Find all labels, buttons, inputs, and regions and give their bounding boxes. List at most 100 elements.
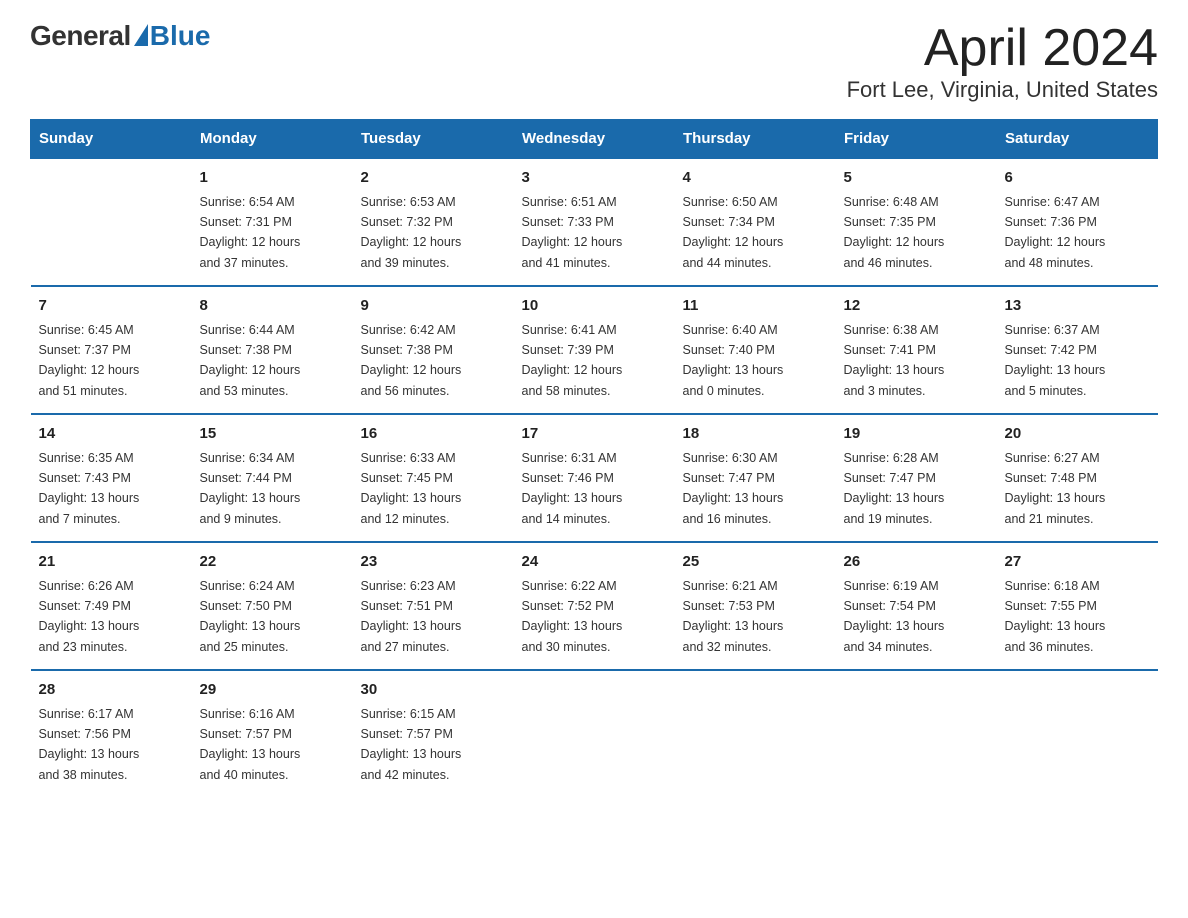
- table-row: 28 Sunrise: 6:17 AM Sunset: 7:56 PM Dayli…: [31, 670, 192, 797]
- title-block: April 2024 Fort Lee, Virginia, United St…: [847, 20, 1158, 103]
- day-number: 29: [200, 679, 345, 702]
- table-row: [514, 670, 675, 797]
- table-row: 22Sunrise: 6:24 AM Sunset: 7:50 PM Dayli…: [192, 542, 353, 670]
- day-info: Sunrise: 6:35 AM Sunset: 7:43 PM Dayligh…: [39, 451, 140, 526]
- day-number: 17: [522, 423, 667, 446]
- table-row: 2 Sunrise: 6:53 AM Sunset: 7:32 PM Daylig…: [353, 158, 514, 286]
- table-row: 29 Sunrise: 6:16 AM Sunset: 7:57 PM Dayli…: [192, 670, 353, 797]
- day-info: Sunrise: 6:16 AM Sunset: 7:57 PM Dayligh…: [200, 707, 301, 782]
- table-row: 8 Sunrise: 6:44 AM Sunset: 7:38 PM Daylig…: [192, 286, 353, 414]
- calendar-location: Fort Lee, Virginia, United States: [847, 77, 1158, 103]
- logo-general-text: General: [30, 20, 131, 52]
- day-info: Sunrise: 6:37 AM Sunset: 7:42 PM Dayligh…: [1005, 323, 1106, 398]
- calendar-week-row: 1Sunrise: 6:54 AM Sunset: 7:31 PM Daylig…: [31, 158, 1158, 286]
- col-header-thursday: Thursday: [675, 120, 836, 159]
- table-row: 30 Sunrise: 6:15 AM Sunset: 7:57 PM Dayli…: [353, 670, 514, 797]
- table-row: 26Sunrise: 6:19 AM Sunset: 7:54 PM Dayli…: [836, 542, 997, 670]
- day-number: 9: [361, 295, 506, 318]
- day-info: Sunrise: 6:44 AM Sunset: 7:38 PM Dayligh…: [200, 323, 301, 398]
- day-info: Sunrise: 6:50 AM Sunset: 7:34 PM Dayligh…: [683, 195, 784, 270]
- table-row: [997, 670, 1158, 797]
- day-number: 16: [361, 423, 506, 446]
- table-row: 1Sunrise: 6:54 AM Sunset: 7:31 PM Daylig…: [192, 158, 353, 286]
- col-header-tuesday: Tuesday: [353, 120, 514, 159]
- day-info: Sunrise: 6:53 AM Sunset: 7:32 PM Dayligh…: [361, 195, 462, 270]
- table-row: 9 Sunrise: 6:42 AM Sunset: 7:38 PM Daylig…: [353, 286, 514, 414]
- table-row: 27 Sunrise: 6:18 AM Sunset: 7:55 PM Dayli…: [997, 542, 1158, 670]
- day-number: 20: [1005, 423, 1150, 446]
- day-number: 2: [361, 167, 506, 190]
- table-row: 4Sunrise: 6:50 AM Sunset: 7:34 PM Daylig…: [675, 158, 836, 286]
- day-number: 5: [844, 167, 989, 190]
- day-info: Sunrise: 6:31 AM Sunset: 7:46 PM Dayligh…: [522, 451, 623, 526]
- day-number: 23: [361, 551, 506, 574]
- day-info: Sunrise: 6:27 AM Sunset: 7:48 PM Dayligh…: [1005, 451, 1106, 526]
- col-header-saturday: Saturday: [997, 120, 1158, 159]
- calendar-title: April 2024: [847, 20, 1158, 77]
- day-info: Sunrise: 6:26 AM Sunset: 7:49 PM Dayligh…: [39, 579, 140, 654]
- day-info: Sunrise: 6:45 AM Sunset: 7:37 PM Dayligh…: [39, 323, 140, 398]
- day-number: 7: [39, 295, 184, 318]
- table-row: 21 Sunrise: 6:26 AM Sunset: 7:49 PM Dayli…: [31, 542, 192, 670]
- day-info: Sunrise: 6:18 AM Sunset: 7:55 PM Dayligh…: [1005, 579, 1106, 654]
- calendar-week-row: 14 Sunrise: 6:35 AM Sunset: 7:43 PM Dayli…: [31, 414, 1158, 542]
- day-info: Sunrise: 6:51 AM Sunset: 7:33 PM Dayligh…: [522, 195, 623, 270]
- col-header-monday: Monday: [192, 120, 353, 159]
- table-row: 12Sunrise: 6:38 AM Sunset: 7:41 PM Dayli…: [836, 286, 997, 414]
- table-row: 6 Sunrise: 6:47 AM Sunset: 7:36 PM Daylig…: [997, 158, 1158, 286]
- day-info: Sunrise: 6:38 AM Sunset: 7:41 PM Dayligh…: [844, 323, 945, 398]
- day-info: Sunrise: 6:24 AM Sunset: 7:50 PM Dayligh…: [200, 579, 301, 654]
- day-info: Sunrise: 6:30 AM Sunset: 7:47 PM Dayligh…: [683, 451, 784, 526]
- calendar-header-row: Sunday Monday Tuesday Wednesday Thursday…: [31, 120, 1158, 159]
- day-info: Sunrise: 6:42 AM Sunset: 7:38 PM Dayligh…: [361, 323, 462, 398]
- day-number: 13: [1005, 295, 1150, 318]
- logo-triangle-icon: [134, 24, 148, 46]
- table-row: 19 Sunrise: 6:28 AM Sunset: 7:47 PM Dayli…: [836, 414, 997, 542]
- day-info: Sunrise: 6:41 AM Sunset: 7:39 PM Dayligh…: [522, 323, 623, 398]
- day-info: Sunrise: 6:23 AM Sunset: 7:51 PM Dayligh…: [361, 579, 462, 654]
- day-info: Sunrise: 6:21 AM Sunset: 7:53 PM Dayligh…: [683, 579, 784, 654]
- table-row: [675, 670, 836, 797]
- table-row: 3Sunrise: 6:51 AM Sunset: 7:33 PM Daylig…: [514, 158, 675, 286]
- day-number: 1: [200, 167, 345, 190]
- table-row: [31, 158, 192, 286]
- day-info: Sunrise: 6:40 AM Sunset: 7:40 PM Dayligh…: [683, 323, 784, 398]
- day-number: 8: [200, 295, 345, 318]
- col-header-friday: Friday: [836, 120, 997, 159]
- day-info: Sunrise: 6:34 AM Sunset: 7:44 PM Dayligh…: [200, 451, 301, 526]
- day-number: 10: [522, 295, 667, 318]
- day-number: 21: [39, 551, 184, 574]
- day-info: Sunrise: 6:48 AM Sunset: 7:35 PM Dayligh…: [844, 195, 945, 270]
- page-header: General Blue April 2024 Fort Lee, Virgin…: [30, 20, 1158, 103]
- calendar-week-row: 28 Sunrise: 6:17 AM Sunset: 7:56 PM Dayli…: [31, 670, 1158, 797]
- table-row: 7 Sunrise: 6:45 AM Sunset: 7:37 PM Daylig…: [31, 286, 192, 414]
- table-row: 16 Sunrise: 6:33 AM Sunset: 7:45 PM Dayli…: [353, 414, 514, 542]
- day-number: 19: [844, 423, 989, 446]
- day-info: Sunrise: 6:22 AM Sunset: 7:52 PM Dayligh…: [522, 579, 623, 654]
- table-row: 18Sunrise: 6:30 AM Sunset: 7:47 PM Dayli…: [675, 414, 836, 542]
- day-info: Sunrise: 6:47 AM Sunset: 7:36 PM Dayligh…: [1005, 195, 1106, 270]
- day-number: 6: [1005, 167, 1150, 190]
- day-number: 28: [39, 679, 184, 702]
- day-info: Sunrise: 6:17 AM Sunset: 7:56 PM Dayligh…: [39, 707, 140, 782]
- table-row: 20 Sunrise: 6:27 AM Sunset: 7:48 PM Dayli…: [997, 414, 1158, 542]
- col-header-sunday: Sunday: [31, 120, 192, 159]
- calendar-week-row: 7 Sunrise: 6:45 AM Sunset: 7:37 PM Daylig…: [31, 286, 1158, 414]
- day-number: 27: [1005, 551, 1150, 574]
- calendar-table: Sunday Monday Tuesday Wednesday Thursday…: [30, 119, 1158, 797]
- table-row: 24 Sunrise: 6:22 AM Sunset: 7:52 PM Dayli…: [514, 542, 675, 670]
- day-number: 24: [522, 551, 667, 574]
- day-number: 30: [361, 679, 506, 702]
- day-number: 26: [844, 551, 989, 574]
- table-row: 14 Sunrise: 6:35 AM Sunset: 7:43 PM Dayli…: [31, 414, 192, 542]
- day-info: Sunrise: 6:15 AM Sunset: 7:57 PM Dayligh…: [361, 707, 462, 782]
- day-number: 25: [683, 551, 828, 574]
- day-info: Sunrise: 6:33 AM Sunset: 7:45 PM Dayligh…: [361, 451, 462, 526]
- day-number: 11: [683, 295, 828, 318]
- table-row: [836, 670, 997, 797]
- table-row: 25 Sunrise: 6:21 AM Sunset: 7:53 PM Dayli…: [675, 542, 836, 670]
- table-row: 23 Sunrise: 6:23 AM Sunset: 7:51 PM Dayli…: [353, 542, 514, 670]
- day-info: Sunrise: 6:28 AM Sunset: 7:47 PM Dayligh…: [844, 451, 945, 526]
- table-row: 5 Sunrise: 6:48 AM Sunset: 7:35 PM Daylig…: [836, 158, 997, 286]
- day-number: 14: [39, 423, 184, 446]
